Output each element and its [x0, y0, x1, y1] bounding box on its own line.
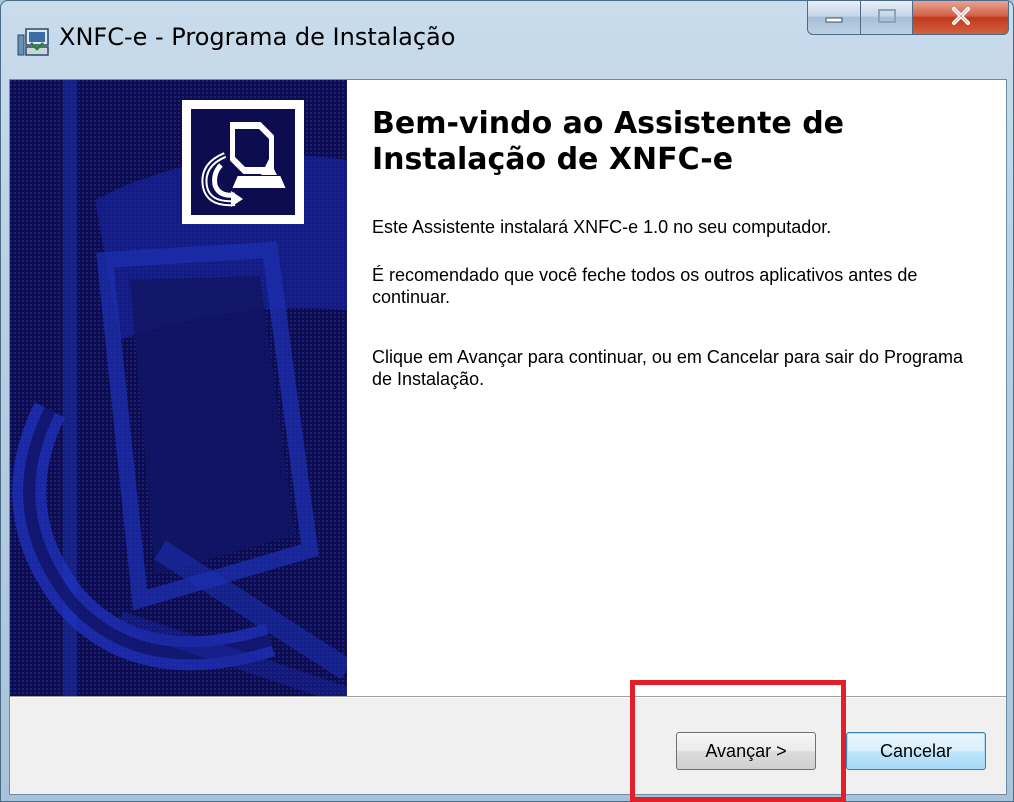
recommendation-text: É recomendado que você feche todos os ou…	[372, 265, 918, 307]
installer-app-icon	[17, 25, 51, 57]
maximize-button[interactable]	[861, 1, 913, 35]
wizard-content: Bem-vindo ao Assistente de Instalação de…	[9, 79, 1007, 795]
wizard-footer: Avançar > Cancelar	[10, 698, 1006, 794]
minimize-button[interactable]	[807, 1, 861, 35]
close-button[interactable]	[913, 1, 1009, 35]
caption-buttons	[807, 1, 1009, 35]
window-title: XNFC-e - Programa de Instalação	[59, 23, 456, 51]
minimize-icon	[824, 8, 844, 27]
cancel-button[interactable]: Cancelar	[846, 732, 986, 770]
instruction-text: Clique em Avançar para continuar, ou em …	[372, 347, 963, 389]
intro-text: Este Assistente instalará XNFC-e 1.0 no …	[372, 217, 832, 237]
maximize-icon	[877, 8, 897, 28]
banner-logo	[182, 100, 304, 224]
wizard-text-area: Bem-vindo ao Assistente de Instalação de…	[347, 80, 1006, 696]
highlight-annotation	[630, 680, 846, 802]
computer-install-icon	[191, 120, 295, 219]
welcome-heading: Bem-vindo ao Assistente de Instalação de…	[372, 106, 845, 177]
close-icon	[950, 6, 972, 30]
wizard-banner	[10, 80, 347, 696]
installer-window: XNFC-e - Programa de Instalação Bem-vind…	[0, 0, 1014, 802]
title-bar[interactable]: XNFC-e - Programa de Instalação	[1, 1, 1013, 79]
